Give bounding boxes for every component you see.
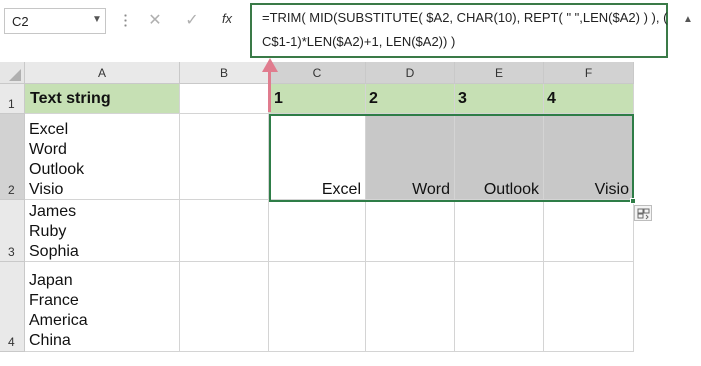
cell-e1[interactable]: 3 (455, 84, 544, 114)
row-header-2[interactable]: 2 (0, 114, 25, 200)
formula-text-line-2: C$1-1)*LEN($A2)+1, LEN($A2)) ) (262, 34, 456, 49)
row-number: 3 (8, 245, 15, 259)
row-number: 4 (8, 335, 15, 349)
cell-f4[interactable] (544, 262, 634, 352)
cell-d1-text: 2 (369, 90, 378, 107)
row-header-3[interactable]: 3 (0, 200, 25, 262)
cell-a4-line-2: France (29, 292, 79, 309)
cell-a1-text: Text string (30, 90, 111, 107)
pointer-arrow-head-icon (262, 58, 278, 72)
cell-a2[interactable]: Excel Word Outlook Visio (25, 114, 180, 200)
cell-b4[interactable] (180, 262, 269, 352)
cell-c1[interactable]: 1 (269, 84, 366, 114)
column-header-a[interactable]: A (25, 62, 180, 84)
cell-b1[interactable] (180, 84, 269, 114)
chevron-up-icon[interactable]: ▲ (683, 14, 693, 25)
cell-a4-line-4: China (29, 332, 71, 349)
formula-text-line-1: =TRIM( MID(SUBSTITUTE( $A2, CHAR(10), RE… (262, 10, 668, 25)
pointer-arrow-line (268, 72, 271, 112)
cell-e4[interactable] (455, 262, 544, 352)
cell-a3[interactable]: James Ruby Sophia (25, 200, 180, 262)
cancel-icon[interactable]: ✕ (143, 10, 167, 30)
cell-c1-text: 1 (274, 90, 283, 107)
cell-a2-line-2: Word (29, 141, 67, 158)
grip-dots-icon (124, 13, 127, 29)
column-header-d[interactable]: D (366, 62, 455, 84)
fill-handle[interactable] (630, 198, 636, 204)
cell-e1-text: 3 (458, 90, 467, 107)
cell-a3-line-3: Sophia (29, 243, 79, 260)
column-header-f[interactable]: F (544, 62, 634, 84)
cell-f3[interactable] (544, 200, 634, 262)
cell-c4[interactable] (269, 262, 366, 352)
cell-a2-line-1: Excel (29, 121, 69, 138)
row-number: 1 (8, 97, 15, 111)
chevron-down-icon[interactable]: ▼ (92, 14, 102, 25)
cell-d4[interactable] (366, 262, 455, 352)
row-header-1[interactable]: 1 (0, 84, 25, 114)
column-header-b[interactable]: B (180, 62, 269, 84)
cell-e3[interactable] (455, 200, 544, 262)
cell-f1[interactable]: 4 (544, 84, 634, 114)
cell-a2-line-3: Outlook (29, 161, 85, 178)
row-header-4[interactable]: 4 (0, 262, 25, 352)
insert-function-icon[interactable]: fx (215, 11, 239, 26)
selection-border (269, 114, 634, 202)
cell-a4-line-1: Japan (29, 272, 73, 289)
cell-a4-line-3: America (29, 312, 88, 329)
cell-c3[interactable] (269, 200, 366, 262)
cell-a3-line-2: Ruby (29, 223, 67, 240)
cell-b2[interactable] (180, 114, 269, 200)
cell-f1-text: 4 (547, 90, 556, 107)
cell-a4[interactable]: Japan France America China (25, 262, 180, 352)
cell-d3[interactable] (366, 200, 455, 262)
column-header-c[interactable]: C (269, 62, 366, 84)
cell-d1[interactable]: 2 (366, 84, 455, 114)
quick-analysis-icon[interactable] (634, 205, 652, 221)
column-header-e[interactable]: E (455, 62, 544, 84)
cell-a3-line-1: James (29, 203, 77, 220)
cell-a1[interactable]: Text string (25, 84, 180, 114)
row-number: 2 (8, 183, 15, 197)
enter-icon[interactable]: ✓ (180, 10, 204, 30)
cell-a2-line-4: Visio (29, 181, 64, 198)
select-all-triangle-icon (9, 69, 21, 81)
cell-b3[interactable] (180, 200, 269, 262)
name-box-value: C2 (12, 14, 29, 29)
